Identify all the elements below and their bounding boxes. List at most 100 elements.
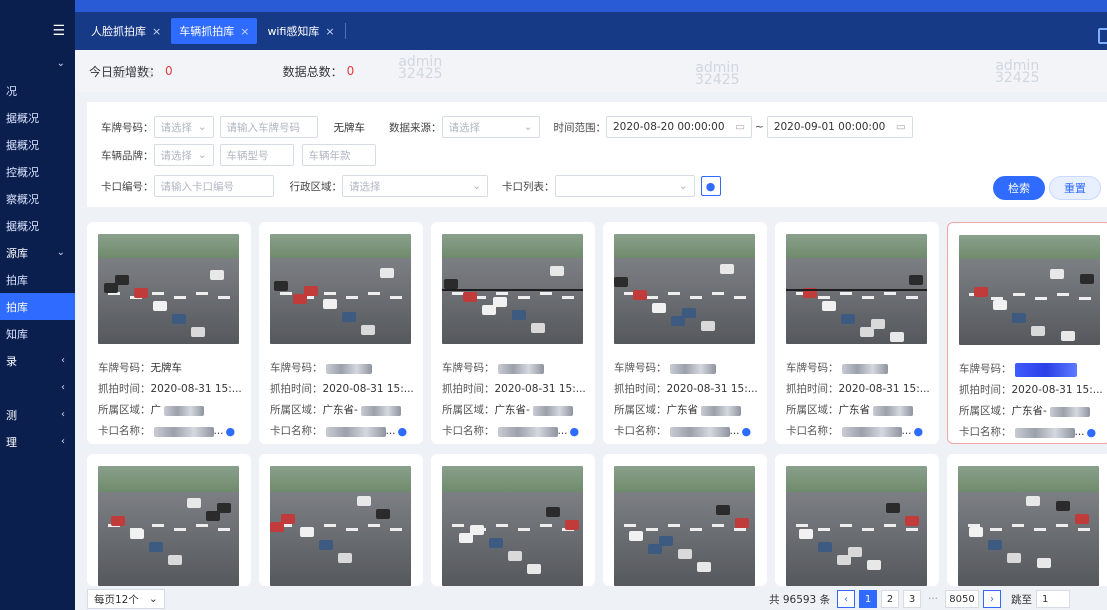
redacted-text (497, 363, 544, 374)
calendar-icon: ▭ (735, 121, 745, 133)
tab-divider (344, 23, 346, 39)
chevron-left-icon: ‹ (61, 409, 65, 420)
sidebar-item-3[interactable]: 控概况 (0, 158, 75, 185)
prev-page-button[interactable]: ‹ (837, 590, 855, 608)
source-select[interactable]: 请选择 ⌄ (441, 116, 540, 138)
capture-thumbnail[interactable] (786, 234, 927, 344)
sidebar-item-13[interactable]: 理 ‹ (0, 428, 75, 455)
sidebar-item-8[interactable]: 拍库 (0, 293, 75, 320)
sidebar-item-5[interactable]: 据概况 (0, 212, 75, 239)
road-scene-image (98, 466, 239, 586)
search-button[interactable]: 检索 (993, 176, 1045, 200)
redacted-text (701, 405, 741, 416)
capture-thumbnail[interactable] (98, 234, 239, 344)
region-select[interactable]: 请选择 ⌄ (342, 175, 488, 197)
location-pin-icon[interactable]: ● (570, 421, 580, 442)
capture-thumbnail[interactable] (442, 466, 583, 586)
year-input[interactable]: 车辆年款 (301, 144, 376, 166)
sidebar-item-0[interactable]: 况 (0, 77, 75, 104)
no-plate-button[interactable]: 无牌车 (325, 116, 373, 138)
sidebar-item-11[interactable]: ‹ (0, 374, 75, 401)
road-scene-image (786, 234, 927, 344)
brand-select[interactable]: 请选择 ⌄ (153, 144, 214, 166)
capture-card[interactable] (431, 454, 595, 586)
fullscreen-icon[interactable] (1098, 28, 1107, 44)
capture-card[interactable]: 车牌号码： 抓拍时间： 2020-08-31 15:... 所属区域： 广东省- 卡口名称… (947, 222, 1107, 444)
redacted-text (873, 405, 913, 416)
jump-input[interactable]: 1 (1036, 590, 1071, 608)
plate-input[interactable]: 请输入车牌号码 (219, 116, 318, 138)
capture-card[interactable] (87, 454, 251, 586)
sidebar-item-1[interactable]: 据概况 (0, 104, 75, 131)
tab-wifi[interactable]: wifi感知库 × (259, 18, 342, 44)
sidebar-item-6[interactable]: 源库 ⌄ (0, 239, 75, 266)
capture-card[interactable] (259, 454, 423, 586)
chevron-down-icon: ⌄ (148, 593, 158, 605)
sidebar-item-7[interactable]: 拍库 (0, 266, 75, 293)
model-input[interactable]: 车辆型号 (219, 144, 294, 166)
capture-card[interactable]: 车牌号码： 无牌车 抓拍时间： 2020-08-31 15:... 所属区域：广卡口名称… (87, 222, 251, 444)
tab-vehicle-capture[interactable]: 车辆抓拍库 × (171, 18, 258, 44)
capture-card[interactable]: 车牌号码： 抓拍时间： 2020-08-31 15:... 所属区域： 广东省 卡口名称：… (603, 222, 767, 444)
page-1-button[interactable]: 1 (859, 590, 877, 608)
location-pin-icon[interactable]: ● (742, 421, 752, 442)
map-pin-button[interactable]: ● (700, 176, 721, 196)
menu-collapse-icon[interactable]: ☰ (0, 12, 75, 50)
sidebar-item-2[interactable]: 据概况 (0, 131, 75, 158)
bayonet-list-select[interactable]: ⌄ (554, 175, 695, 197)
time-separator: ~ (755, 121, 764, 133)
page-2-button[interactable]: 2 (881, 590, 899, 608)
plate-prefix-select[interactable]: 请选择 ⌄ (153, 116, 214, 138)
capture-meta: 车牌号码： 无牌车 抓拍时间： 2020-08-31 15:... 所属区域：广卡口名称… (98, 358, 246, 442)
next-page-button[interactable]: › (983, 590, 1002, 608)
page-size-select[interactable]: 每页12个 ⌄ (87, 589, 165, 609)
page-3-button[interactable]: 3 (903, 590, 921, 608)
sidebar-list: 况据概况 据概况 控概况 察概况 据概况 源库 ⌄ 拍库 拍库 知库录 ‹ ‹ 测 ‹ 理 ‹ (0, 77, 75, 455)
location-pin-icon[interactable]: ● (914, 421, 924, 442)
bayonet-input[interactable]: 请输入卡口编号 (153, 175, 274, 197)
sidebar-item-9[interactable]: 知库 (0, 320, 75, 347)
capture-card[interactable]: 车牌号码： 抓拍时间： 2020-08-31 15:... 所属区域： 广东省- 卡口名称… (431, 222, 595, 444)
sidebar-group-toggle[interactable]: ⌄ (0, 50, 75, 77)
road-scene-image (98, 234, 239, 344)
capture-thumbnail[interactable] (98, 466, 239, 586)
capture-card[interactable] (947, 454, 1107, 586)
location-pin-icon[interactable]: ● (398, 421, 408, 442)
capture-thumbnail[interactable] (270, 234, 411, 344)
time-start-input[interactable]: 2020-08-20 00:00:00 ▭ (606, 116, 752, 138)
close-icon[interactable]: × (240, 25, 249, 38)
reset-button[interactable]: 重置 (1049, 176, 1101, 200)
sidebar-item-label: 知库 (6, 327, 28, 341)
sidebar-item-4[interactable]: 察概况 (0, 185, 75, 212)
capture-thumbnail[interactable] (786, 466, 927, 586)
redacted-text (1014, 362, 1077, 377)
capture-thumbnail[interactable] (959, 235, 1100, 345)
redacted-text (841, 363, 888, 374)
capture-card[interactable] (603, 454, 767, 586)
total-count: 共 96593 条 (769, 593, 831, 606)
road-scene-image (614, 234, 755, 344)
capture-thumbnail[interactable] (614, 234, 755, 344)
sidebar-item-label: 拍库 (6, 273, 28, 287)
tab-label: 人脸抓拍库 (91, 25, 146, 38)
redacted-text (325, 426, 386, 437)
sidebar-item-10[interactable]: 录 ‹ (0, 347, 75, 374)
close-icon[interactable]: × (152, 25, 161, 38)
last-page-button[interactable]: 8050 (945, 590, 980, 608)
sidebar-item-12[interactable]: 测 ‹ (0, 401, 75, 428)
capture-thumbnail[interactable] (614, 466, 755, 586)
capture-card[interactable] (775, 454, 939, 586)
sidebar-item-label: 理 (6, 435, 17, 449)
capture-thumbnail[interactable] (270, 466, 411, 586)
capture-card[interactable]: 车牌号码： 抓拍时间： 2020-08-31 15:... 所属区域： 广东省- 卡口名称… (259, 222, 423, 444)
tab-face-capture[interactable]: 人脸抓拍库 × (83, 18, 169, 44)
location-pin-icon[interactable]: ● (226, 421, 236, 442)
capture-thumbnail[interactable] (442, 234, 583, 344)
time-end-input[interactable]: 2020-09-01 00:00:00 ▭ (766, 116, 913, 138)
capture-thumbnail[interactable] (958, 466, 1099, 586)
filter-panel: 车牌号码： 请选择 ⌄ 请输入车牌号码 无牌车 数据来源： 请选择 ⌄ 时间范围： … (87, 102, 1107, 207)
capture-card[interactable]: 车牌号码： 抓拍时间： 2020-08-31 15:... 所属区域： 广东省 卡口名称：… (775, 222, 939, 444)
close-icon[interactable]: × (325, 25, 334, 38)
region-label: 行政区域： (289, 180, 343, 193)
location-pin-icon[interactable]: ● (1087, 422, 1097, 443)
